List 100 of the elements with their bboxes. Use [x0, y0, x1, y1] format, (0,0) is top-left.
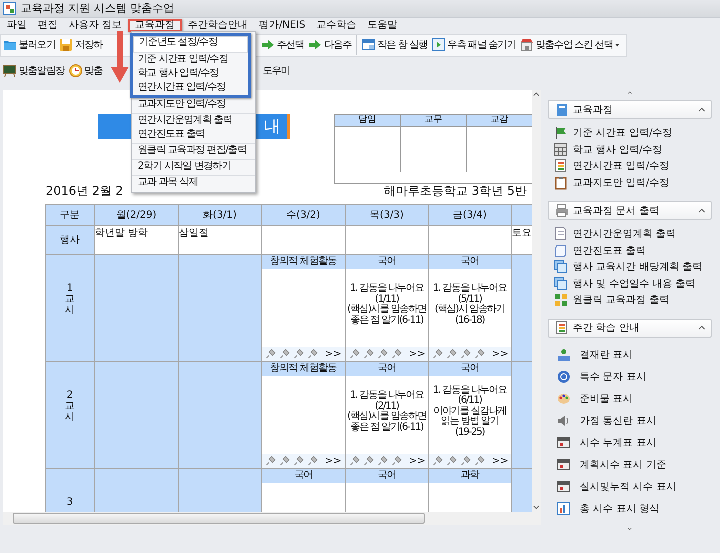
subject-label: 국어 [262, 469, 345, 483]
arrow-icon [261, 38, 275, 52]
menu-item[interactable]: 연간시간운영계획 출력 [132, 114, 255, 128]
panel-item[interactable]: 실시및누적 시수 표시 [554, 476, 712, 498]
menu-item[interactable]: 원클릭 교육과정 편집/출력 [132, 144, 255, 160]
more-link[interactable]: >> [492, 348, 509, 360]
column-header: 화(3/1) [178, 204, 262, 226]
list-icon [554, 159, 568, 174]
shop-icon [520, 38, 534, 52]
panel-item[interactable]: 시수 누계표 표시 [554, 432, 712, 454]
pin-icon [293, 455, 305, 467]
pin-icon [446, 348, 458, 360]
pin-icon [432, 348, 444, 360]
section-header[interactable]: 주간 학습 안내 [548, 318, 712, 338]
more-link[interactable]: >> [409, 456, 426, 466]
pin-icon [363, 348, 375, 360]
flag-icon [554, 126, 568, 140]
menu-item[interactable]: 기준년도 설정/수정 [133, 36, 248, 53]
column-header: 월(2/29) [94, 204, 178, 226]
toolbar-button[interactable]: 맞춤알림장 [1, 61, 67, 81]
toolbar-button[interactable]: 우측 패널 숨기기 [430, 35, 518, 55]
collapse-icon [532, 90, 541, 99]
pin-icon [391, 348, 403, 360]
row-header: 3 [46, 468, 94, 512]
menu-item[interactable]: 사용자 정보 [64, 18, 128, 32]
toolbar-button[interactable]: 도우미 [261, 61, 292, 81]
pin-icon [307, 348, 319, 360]
collapse-icon [626, 90, 634, 96]
more-link[interactable]: >> [325, 348, 342, 360]
toolbar-button[interactable]: 맞춤 [66, 61, 105, 81]
menu-item[interactable]: 교과 과목 삭제 [132, 176, 255, 190]
menu-item[interactable]: 2학기 시작일 변경하기 [132, 160, 255, 176]
menu-item[interactable]: 교육과정 [128, 18, 182, 32]
panel-item[interactable]: 기준 시간표 입력/수정 [554, 125, 712, 142]
subject-label: 국어 [429, 362, 511, 376]
toolbar-button[interactable]: 맞춤수업 스킨 선택 [518, 35, 624, 55]
expand-icon [626, 526, 634, 532]
toolbar-button[interactable]: 작은 창 실행 [360, 35, 430, 55]
more-link[interactable]: >> [409, 348, 426, 360]
panel-item[interactable]: 가정 통신란 표시 [554, 410, 712, 432]
menu-item[interactable]: 주간학습안내 [183, 18, 254, 32]
document-icon [554, 244, 568, 258]
window-icon [362, 38, 376, 52]
toolbar-button[interactable]: 주선택 [259, 35, 306, 55]
toolbar-button[interactable]: 불러오기 [1, 35, 58, 55]
panel-item[interactable]: 총 시수 표시 형식 [554, 498, 712, 520]
panel-item[interactable]: 행사 교육시간 배당계획 출력 [554, 259, 712, 276]
pin-icon [265, 348, 277, 360]
menu-item[interactable]: 파일 [2, 18, 32, 32]
subject-label: 창의적 체험활동 [262, 255, 345, 269]
panel-item[interactable]: 연간시간운영계획 출력 [554, 226, 712, 242]
panel-item[interactable]: 준비물 표시 [554, 388, 712, 410]
pin-icon [279, 455, 291, 467]
toolbar-button[interactable]: 다음주 [306, 35, 357, 55]
menu-item[interactable]: 교수학습 [312, 18, 362, 32]
panel-item[interactable]: 학교 행사 입력/수정 [554, 142, 712, 158]
subject-label: 국어 [429, 255, 511, 269]
menu-item[interactable]: 학교 행사 입력/수정 [133, 67, 248, 81]
more-link[interactable]: >> [492, 456, 509, 466]
pin-icon [363, 455, 375, 467]
table-header: 교감 [467, 115, 532, 126]
panel-icon [432, 38, 446, 52]
more-link[interactable]: >> [325, 456, 342, 466]
lesson-text: 1. 감동을 나누어요 (5/11) (핵심)시 암송하기 (16-18) [433, 284, 507, 326]
menu-item[interactable]: 도움말 [362, 18, 403, 32]
menu-item[interactable]: 기준 시간표 입력/수정 [133, 53, 248, 67]
column-header: 금(3/4) [428, 204, 512, 226]
panel-item[interactable]: 연간진도표 출력 [554, 242, 712, 259]
section-header[interactable]: 교육과정 [548, 100, 712, 119]
menu-item[interactable]: 교과지도안 입력/수정 [132, 98, 255, 114]
panel-item[interactable]: 행사 및 수업일수 내용 출력 [554, 276, 712, 292]
globe-icon [557, 370, 571, 384]
menu-item[interactable]: 평가/NEIS [254, 18, 311, 32]
menu-item[interactable]: 연간진도표 출력 [132, 128, 255, 144]
panel-item[interactable]: 연간시간표 입력/수정 [554, 158, 712, 174]
table-icon [557, 458, 571, 472]
pin-icon [265, 455, 277, 467]
panel-item[interactable]: 원클릭 교육과정 출력 [554, 292, 712, 308]
save-icon [59, 38, 74, 52]
pin-icon [349, 348, 361, 360]
book-icon [555, 102, 569, 116]
chalkboard-icon [3, 64, 17, 78]
blocks-icon [554, 293, 568, 308]
folder-icon [3, 38, 17, 52]
pin-icon [349, 455, 361, 467]
menu-item[interactable]: 편집 [33, 18, 63, 32]
column-header: 구분 [46, 204, 94, 226]
panel-item[interactable]: 교과지도안 입력/수정 [554, 174, 712, 191]
window-title: 교육과정 지원 시스템 맞춤수업 [21, 1, 174, 16]
menu-item[interactable]: 연간시간표 입력/수정 [133, 81, 248, 95]
table-icon [557, 480, 571, 494]
expand-icon [532, 503, 541, 512]
toolbar-button[interactable]: 저장하 [57, 35, 105, 55]
pin-icon [377, 455, 389, 467]
section-header[interactable]: 교육과정 문서 출력 [548, 201, 712, 220]
row-header: 1교시 [46, 254, 94, 362]
table-header: 담임 [335, 115, 401, 126]
panel-item[interactable]: 특수 문자 표시 [554, 366, 712, 388]
panel-item[interactable]: 계획시수 표시 기준 [554, 454, 712, 476]
panel-item[interactable]: 결재란 표시 [554, 344, 712, 366]
